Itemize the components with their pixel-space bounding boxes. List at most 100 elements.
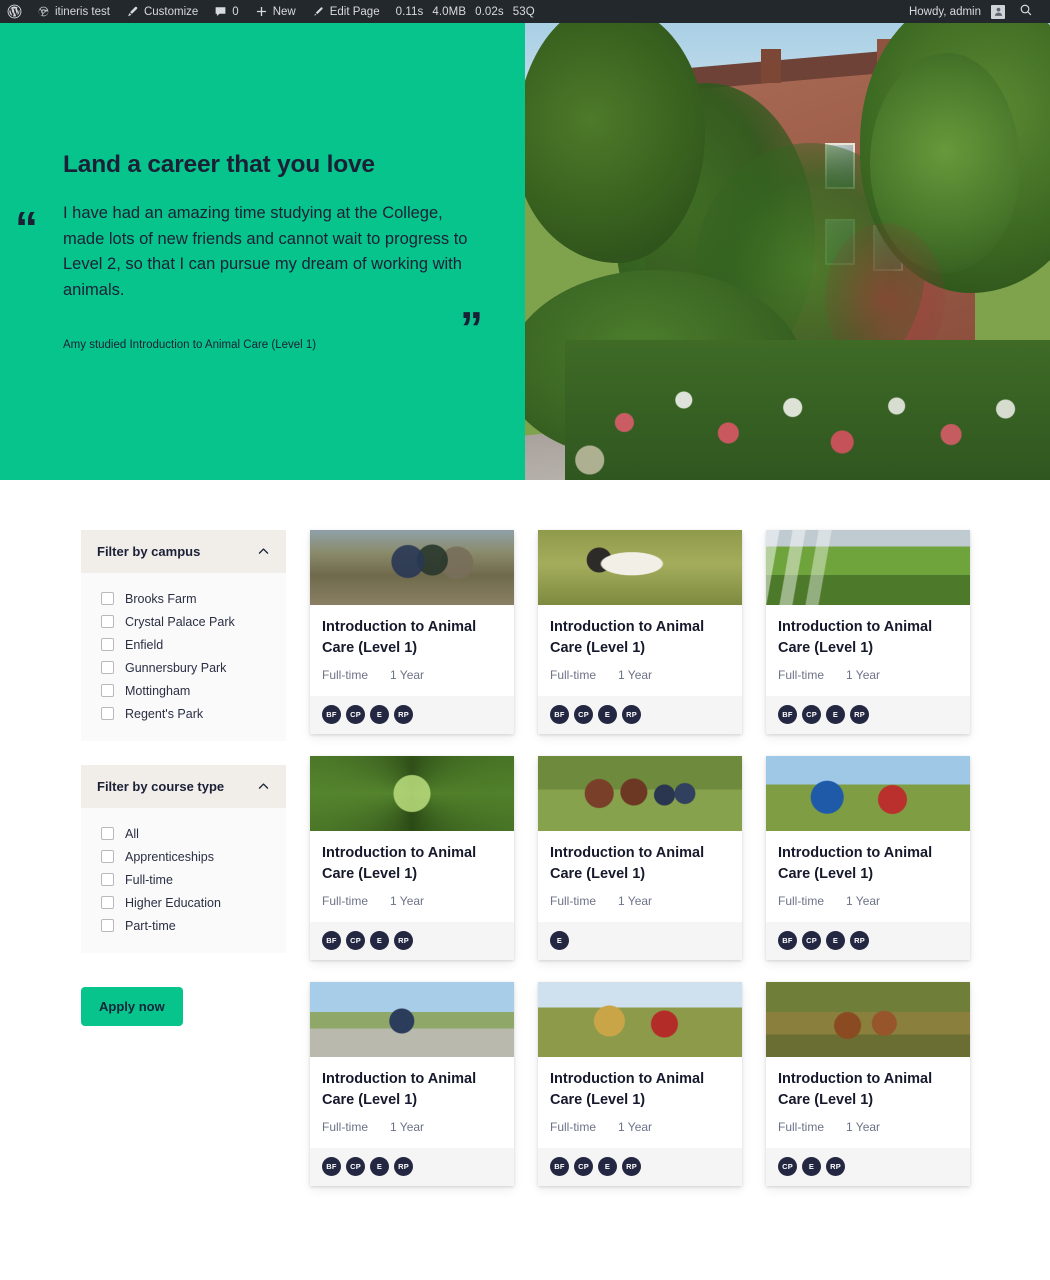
- checkbox-campus-1[interactable]: [101, 615, 114, 628]
- chevron-up-icon[interactable]: [257, 545, 270, 558]
- campus-badge[interactable]: BF: [778, 931, 797, 950]
- filter-option-label: Higher Education: [125, 895, 221, 910]
- campus-badge[interactable]: E: [826, 705, 845, 724]
- filter-option[interactable]: Crystal Palace Park: [81, 610, 286, 633]
- campus-badge[interactable]: CP: [346, 1157, 365, 1176]
- filter-option[interactable]: Full-time: [81, 868, 286, 891]
- site-name-menu[interactable]: itineris test: [29, 0, 118, 23]
- course-card-body: Introduction to Animal Care (Level 1) Ful…: [766, 605, 970, 696]
- new-content-button[interactable]: New: [247, 0, 304, 23]
- checkbox-course-type-1[interactable]: [101, 850, 114, 863]
- campus-badge[interactable]: E: [370, 705, 389, 724]
- checkbox-campus-4[interactable]: [101, 684, 114, 697]
- campus-badge[interactable]: E: [598, 705, 617, 724]
- campus-badge[interactable]: RP: [394, 1157, 413, 1176]
- campus-badge[interactable]: E: [802, 1157, 821, 1176]
- filter-option[interactable]: All: [81, 822, 286, 845]
- campus-badge[interactable]: CP: [778, 1157, 797, 1176]
- checkbox-campus-5[interactable]: [101, 707, 114, 720]
- apply-now-button[interactable]: Apply now: [81, 987, 183, 1026]
- campus-badge[interactable]: CP: [802, 705, 821, 724]
- edit-page-button[interactable]: Edit Page: [304, 0, 388, 23]
- checkbox-course-type-0[interactable]: [101, 827, 114, 840]
- campus-badge[interactable]: RP: [850, 931, 869, 950]
- filter-option[interactable]: Mottingham: [81, 679, 286, 702]
- filter-options-course-type: All Apprenticeships Full-time Higher Educat…: [81, 808, 286, 953]
- course-card[interactable]: Introduction to Animal Care (Level 1) Ful…: [766, 530, 970, 734]
- filter-option[interactable]: Regent's Park: [81, 702, 286, 725]
- course-meta: Full-time 1 Year: [550, 1120, 730, 1134]
- wp-logo-menu[interactable]: [0, 0, 29, 23]
- filter-option[interactable]: Apprenticeships: [81, 845, 286, 868]
- campus-badge[interactable]: BF: [550, 705, 569, 724]
- course-thumbnail: [538, 982, 742, 1057]
- campus-badge[interactable]: CP: [802, 931, 821, 950]
- campus-badge[interactable]: E: [826, 931, 845, 950]
- comments-button[interactable]: 0: [206, 0, 246, 23]
- course-title: Introduction to Animal Care (Level 1): [778, 619, 933, 656]
- course-card-body: Introduction to Animal Care (Level 1) Ful…: [538, 1057, 742, 1148]
- campus-badge[interactable]: RP: [622, 1157, 641, 1176]
- checkbox-course-type-3[interactable]: [101, 896, 114, 909]
- campus-badge[interactable]: BF: [322, 931, 341, 950]
- campus-badge[interactable]: BF: [322, 1157, 341, 1176]
- filter-header-course-type[interactable]: Filter by course type: [81, 765, 286, 808]
- campus-badge[interactable]: BF: [550, 1157, 569, 1176]
- campus-badge[interactable]: E: [370, 1157, 389, 1176]
- course-study-mode: Full-time: [550, 1120, 597, 1134]
- course-study-mode: Full-time: [322, 668, 369, 682]
- course-card[interactable]: Introduction to Animal Care (Level 1) Ful…: [310, 982, 514, 1186]
- campus-badge[interactable]: E: [550, 931, 569, 950]
- filter-header-campus[interactable]: Filter by campus: [81, 530, 286, 573]
- testimonial-attribution: Amy studied Introduction to Animal Care …: [63, 339, 317, 351]
- course-card[interactable]: Introduction to Animal Care (Level 1) Ful…: [538, 982, 742, 1186]
- course-title: Introduction to Animal Care (Level 1): [778, 845, 933, 882]
- campus-badge[interactable]: RP: [394, 931, 413, 950]
- admin-search-button[interactable]: [1013, 3, 1042, 20]
- course-card[interactable]: Introduction to Animal Care (Level 1) Ful…: [310, 530, 514, 734]
- campus-badge[interactable]: CP: [346, 931, 365, 950]
- filter-title: Filter by course type: [97, 779, 225, 794]
- wordpress-logo-icon: [7, 4, 22, 19]
- filter-option[interactable]: Part-time: [81, 914, 286, 937]
- campus-badge[interactable]: RP: [394, 705, 413, 724]
- campus-badge[interactable]: CP: [574, 705, 593, 724]
- checkbox-course-type-4[interactable]: [101, 919, 114, 932]
- filter-panel-campus: Filter by campus Brooks Farm Crystal Palac…: [81, 530, 286, 741]
- filter-option[interactable]: Enfield: [81, 633, 286, 656]
- campus-badge[interactable]: E: [370, 931, 389, 950]
- course-card[interactable]: Introduction to Animal Care (Level 1) Ful…: [766, 756, 970, 960]
- checkbox-campus-0[interactable]: [101, 592, 114, 605]
- course-card[interactable]: Introduction to Animal Care (Level 1) Ful…: [766, 982, 970, 1186]
- checkbox-campus-2[interactable]: [101, 638, 114, 651]
- chevron-up-icon[interactable]: [257, 780, 270, 793]
- customize-button[interactable]: Customize: [118, 0, 206, 23]
- my-account-menu[interactable]: Howdy, admin: [901, 0, 1013, 23]
- checkbox-campus-3[interactable]: [101, 661, 114, 674]
- checkbox-course-type-2[interactable]: [101, 873, 114, 886]
- course-card[interactable]: Introduction to Animal Care (Level 1) Ful…: [310, 756, 514, 960]
- campus-badge[interactable]: E: [598, 1157, 617, 1176]
- campus-badge[interactable]: BF: [322, 705, 341, 724]
- filter-option[interactable]: Gunnersbury Park: [81, 656, 286, 679]
- course-title: Introduction to Animal Care (Level 1): [550, 1071, 705, 1108]
- campus-badge[interactable]: CP: [346, 705, 365, 724]
- course-card-body: Introduction to Animal Care (Level 1) Ful…: [310, 605, 514, 696]
- campus-badge[interactable]: CP: [574, 1157, 593, 1176]
- howdy-label: Howdy, admin: [908, 5, 981, 18]
- campus-badge[interactable]: RP: [850, 705, 869, 724]
- hero-image-chimney-secondary: [761, 49, 781, 83]
- course-card[interactable]: Introduction to Animal Care (Level 1) Ful…: [538, 756, 742, 960]
- campus-badge[interactable]: BF: [778, 705, 797, 724]
- course-title: Introduction to Animal Care (Level 1): [322, 619, 477, 656]
- campus-badge[interactable]: RP: [622, 705, 641, 724]
- course-meta: Full-time 1 Year: [778, 668, 958, 682]
- filter-options-campus: Brooks Farm Crystal Palace Park Enfield Gun…: [81, 573, 286, 741]
- campus-badge[interactable]: RP: [826, 1157, 845, 1176]
- filter-option-label: All: [125, 826, 139, 841]
- filter-option[interactable]: Brooks Farm: [81, 587, 286, 610]
- filter-option-label: Full-time: [125, 872, 173, 887]
- course-thumbnail: [310, 982, 514, 1057]
- course-card[interactable]: Introduction to Animal Care (Level 1) Ful…: [538, 530, 742, 734]
- filter-option[interactable]: Higher Education: [81, 891, 286, 914]
